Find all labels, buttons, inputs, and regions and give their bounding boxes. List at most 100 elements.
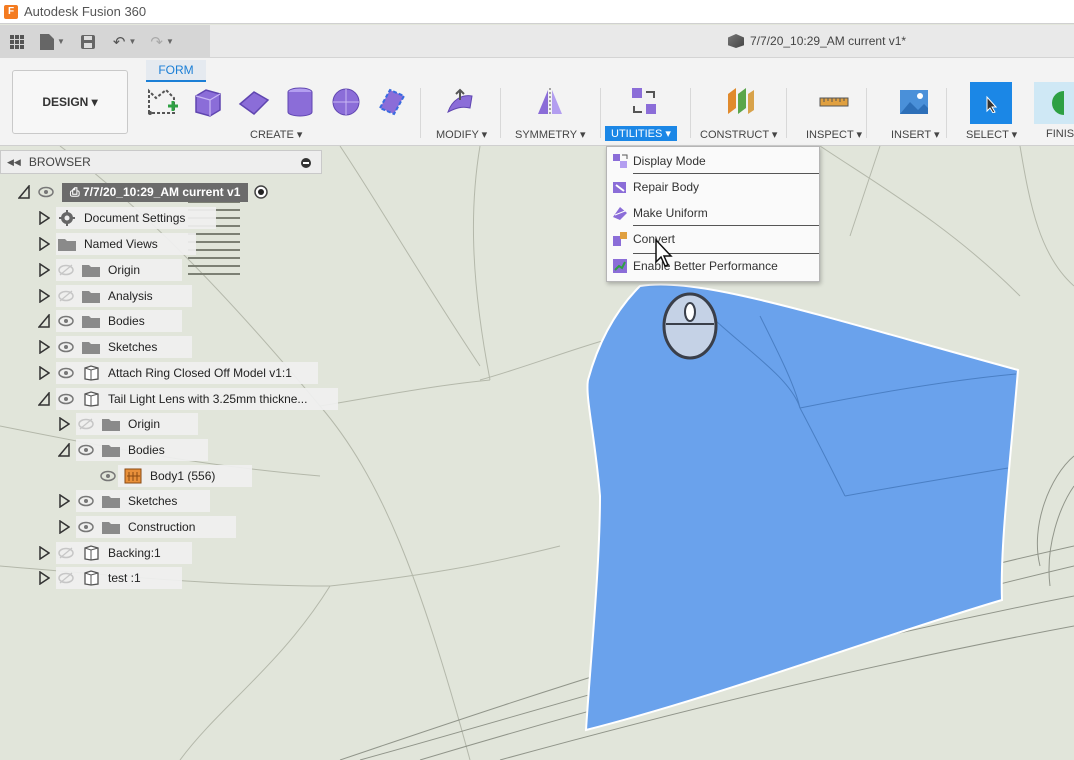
utilities-group-label[interactable]: UTILITIES ▾: [605, 126, 677, 141]
sphere-primitive-tool[interactable]: [328, 84, 364, 120]
tab-form[interactable]: FORM: [146, 60, 206, 82]
repair-body-icon: [613, 182, 626, 193]
tree-item-tail-light-lens[interactable]: Tail Light Lens with 3.25mm thickne...: [38, 388, 338, 410]
menu-item-convert[interactable]: Convert: [607, 227, 819, 251]
construct-group-label[interactable]: CONSTRUCT ▾: [700, 128, 777, 141]
tree-item-attach-ring[interactable]: Attach Ring Closed Off Model v1:1: [38, 362, 318, 384]
document-cube-icon: [728, 34, 744, 48]
workspace-switcher-button[interactable]: DESIGN ▾: [12, 70, 128, 134]
tree-item-named-views[interactable]: Named Views: [38, 233, 196, 255]
tree-item-label: Sketches: [108, 340, 158, 354]
menu-item-label: Make Uniform: [633, 206, 708, 220]
measure-tool[interactable]: [816, 84, 852, 120]
collapsed-triangle-icon[interactable]: [38, 237, 50, 251]
inspect-group-label[interactable]: INSPECT ▾: [806, 128, 862, 141]
visibility-eye-hidden-icon[interactable]: [58, 290, 74, 302]
visibility-eye-icon[interactable]: [78, 495, 94, 507]
visibility-eye-icon[interactable]: [58, 341, 74, 353]
tree-item-label: Bodies: [128, 443, 165, 457]
tree-item-document-settings[interactable]: Document Settings: [38, 207, 216, 229]
tree-item-label: test :1: [108, 571, 141, 585]
activate-radio-icon[interactable]: [254, 185, 269, 199]
collapsed-triangle-icon[interactable]: [58, 520, 70, 534]
select-tool[interactable]: [970, 82, 1012, 124]
browser-minimize-icon[interactable]: [301, 158, 311, 168]
mirror-symmetry-tool[interactable]: [532, 84, 568, 120]
visibility-eye-hidden-icon[interactable]: [58, 572, 74, 584]
expanded-triangle-icon[interactable]: [58, 443, 70, 457]
fusion-app-icon: F: [4, 4, 18, 19]
visibility-eye-hidden-icon[interactable]: [58, 264, 74, 276]
folder-icon: [102, 522, 120, 534]
insert-group-label[interactable]: INSERT ▾: [891, 128, 940, 141]
collapsed-triangle-icon[interactable]: [38, 340, 50, 354]
quadball-primitive-tool[interactable]: [374, 84, 410, 120]
menu-item-display-mode[interactable]: Display Mode: [607, 149, 819, 173]
collapsed-triangle-icon[interactable]: [38, 571, 50, 585]
browser-root-node[interactable]: ⎙ 7/7/20_10:29_AM current v1: [18, 181, 269, 203]
visibility-eye-hidden-icon[interactable]: [58, 547, 74, 559]
create-group-label[interactable]: CREATE ▾: [250, 128, 302, 141]
menu-item-enable-better-performance[interactable]: Enable Better Performance: [607, 254, 819, 278]
collapsed-triangle-icon[interactable]: [58, 417, 70, 431]
data-panel-grid-icon[interactable]: [10, 34, 24, 49]
tree-item-backing[interactable]: Backing:1: [38, 542, 192, 564]
folder-icon: [82, 342, 100, 354]
select-group-label[interactable]: SELECT ▾: [966, 128, 1017, 141]
tree-item-bodies-sub[interactable]: Bodies: [58, 439, 208, 461]
collapsed-triangle-icon[interactable]: [38, 546, 50, 560]
finish-form-tool[interactable]: [1034, 82, 1074, 124]
tree-item-origin-sub[interactable]: Origin: [58, 413, 198, 435]
collapsed-triangle-icon[interactable]: [38, 366, 50, 380]
create-form-sketch-tool[interactable]: [144, 84, 180, 120]
expanded-triangle-icon[interactable]: [38, 392, 50, 406]
menu-item-make-uniform[interactable]: Make Uniform: [607, 201, 819, 225]
menu-item-repair-body[interactable]: Repair Body: [607, 175, 819, 199]
document-tab[interactable]: 7/7/20_10:29_AM current v1*: [728, 34, 906, 48]
convert-utility-tool[interactable]: [626, 84, 662, 120]
tree-item-test[interactable]: test :1: [38, 567, 182, 589]
file-menu-icon[interactable]: ▼: [40, 33, 65, 50]
tree-item-label: Sketches: [128, 494, 178, 508]
tree-item-label: Body1 (556): [150, 469, 216, 483]
tree-item-analysis[interactable]: Analysis: [38, 285, 192, 307]
expanded-triangle-icon[interactable]: [18, 185, 30, 199]
utilities-dropdown-menu: Display Mode Repair Body Make Uniform Co…: [606, 146, 820, 282]
visibility-eye-hidden-icon[interactable]: [78, 418, 94, 430]
visibility-eye-icon[interactable]: [58, 393, 74, 405]
finish-group-label[interactable]: FINIS: [1046, 128, 1074, 140]
collapsed-triangle-icon[interactable]: [38, 263, 50, 277]
box-primitive-tool[interactable]: [190, 84, 226, 120]
offset-plane-tool[interactable]: [722, 84, 758, 120]
save-icon[interactable]: [80, 34, 95, 49]
collapse-browser-icon[interactable]: ◀◀: [7, 157, 21, 168]
collapsed-triangle-icon[interactable]: [38, 289, 50, 303]
visibility-eye-icon[interactable]: [100, 470, 116, 482]
modify-group-label[interactable]: MODIFY ▾: [436, 128, 487, 141]
tree-item-construction[interactable]: Construction: [58, 516, 236, 538]
visibility-eye-icon[interactable]: [58, 367, 74, 379]
performance-icon: [613, 259, 627, 273]
visibility-eye-icon[interactable]: [58, 315, 74, 327]
tree-item-sketches-sub[interactable]: Sketches: [58, 490, 210, 512]
tree-item-body1[interactable]: Body1 (556): [100, 465, 252, 487]
folder-icon: [102, 496, 120, 508]
visibility-eye-icon[interactable]: [38, 186, 54, 198]
collapsed-triangle-icon[interactable]: [58, 494, 70, 508]
visibility-eye-icon[interactable]: [78, 521, 94, 533]
expanded-triangle-icon[interactable]: [38, 314, 50, 328]
edit-form-tool[interactable]: [442, 84, 478, 120]
visibility-eye-icon[interactable]: [78, 444, 94, 456]
tree-item-bodies[interactable]: Bodies: [38, 310, 182, 332]
ribbon-separator: [500, 88, 501, 138]
ribbon-separator: [946, 88, 947, 138]
collapsed-triangle-icon[interactable]: [38, 211, 50, 225]
tree-item-origin[interactable]: Origin: [38, 259, 182, 281]
symmetry-group-label[interactable]: SYMMETRY ▾: [515, 128, 586, 141]
plane-primitive-tool[interactable]: [236, 84, 272, 120]
cylinder-primitive-tool[interactable]: [282, 84, 318, 120]
insert-canvas-tool[interactable]: [896, 84, 932, 120]
undo-icon[interactable]: ↶ ▼: [113, 33, 137, 51]
redo-icon[interactable]: ↷ ▼: [150, 33, 174, 51]
tree-item-sketches[interactable]: Sketches: [38, 336, 192, 358]
